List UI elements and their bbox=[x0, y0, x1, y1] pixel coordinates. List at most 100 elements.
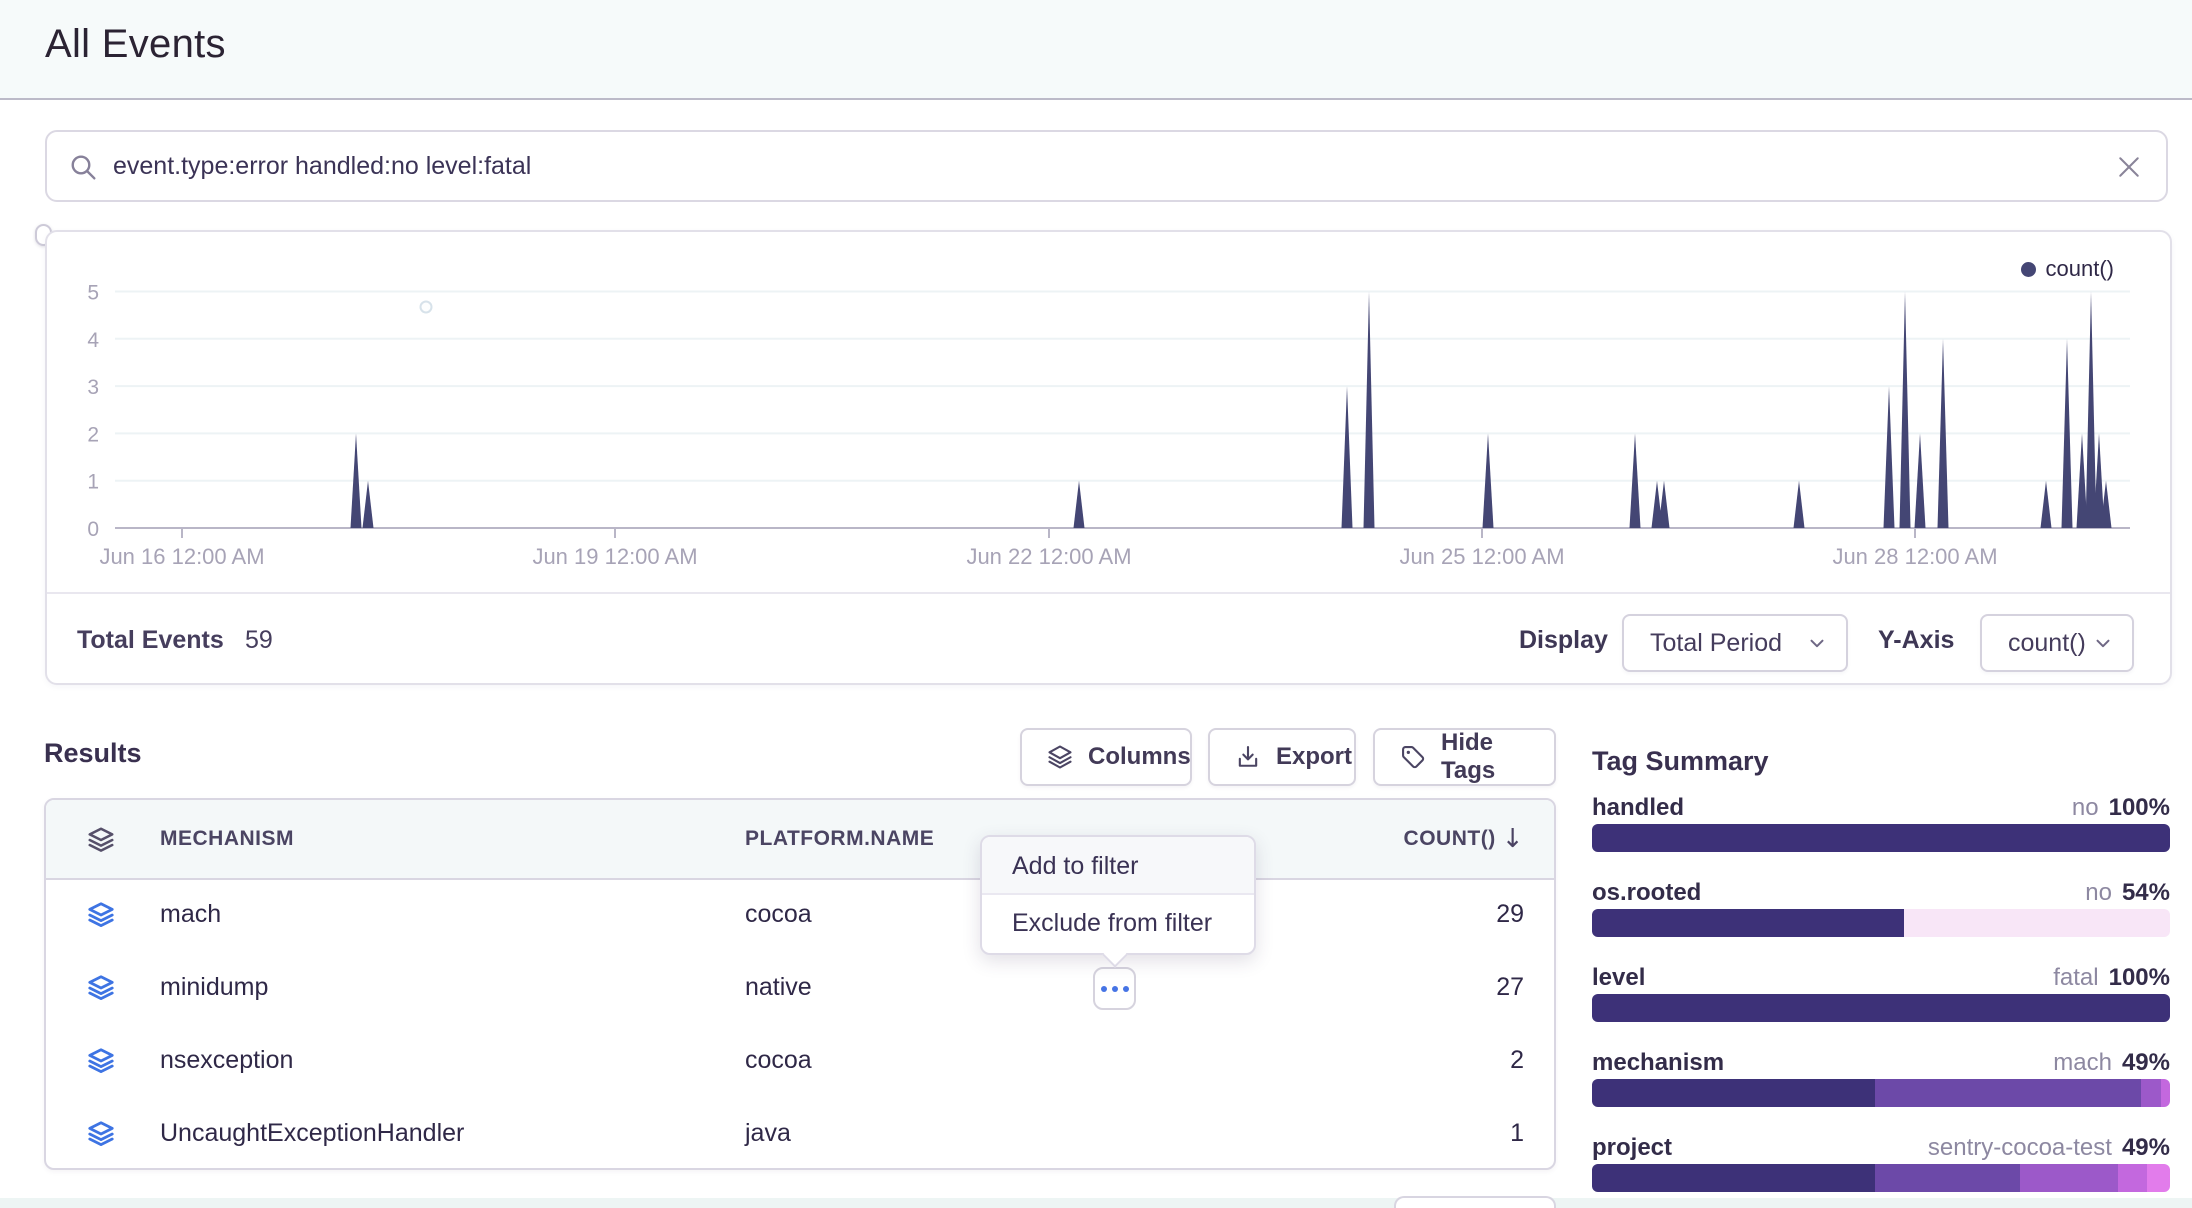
tag-bar-project[interactable] bbox=[1592, 1164, 2170, 1192]
cell-mechanism: minidump bbox=[160, 951, 268, 1024]
table-header-row: MECHANISM PLATFORM.NAME COUNT() ↓ bbox=[46, 800, 1554, 880]
stack-icon-blue[interactable] bbox=[86, 1119, 116, 1149]
search-input[interactable]: event.type:error handled:no level:fatal bbox=[113, 152, 531, 181]
tag-bar-mechanism[interactable] bbox=[1592, 1079, 2170, 1107]
stack-icon-blue[interactable] bbox=[86, 973, 116, 1003]
tag-row-os-rooted: os.rooted no54% bbox=[1592, 879, 2170, 907]
table-row: nsexception cocoa 2 bbox=[46, 1024, 1554, 1097]
cell-context-menu: Add to filter Exclude from filter bbox=[980, 835, 1256, 955]
stack-icon-blue[interactable] bbox=[86, 1046, 116, 1076]
tag-bar-segment[interactable] bbox=[2147, 1164, 2170, 1192]
cell-platform: native bbox=[745, 951, 812, 1024]
table-row: mach cocoa 29 bbox=[46, 878, 1554, 951]
tag-percent: 49% bbox=[2122, 1049, 2170, 1077]
tag-percent: 100% bbox=[2109, 794, 2170, 822]
count-header-label: COUNT() bbox=[1404, 800, 1496, 878]
menu-item-exclude-from-filter[interactable]: Exclude from filter bbox=[982, 895, 1254, 951]
table-row: minidump native 27 bbox=[46, 951, 1554, 1024]
count-legend-label: count() bbox=[2046, 256, 2114, 282]
cell-mechanism: mach bbox=[160, 878, 221, 951]
yaxis-select-value: count() bbox=[2008, 629, 2086, 658]
tag-row-mechanism: mechanism mach49% bbox=[1592, 1049, 2170, 1077]
search-clear-icon[interactable] bbox=[2114, 152, 2144, 182]
menu-item-add-to-filter[interactable]: Add to filter bbox=[982, 837, 1254, 895]
chevron-down-icon bbox=[2092, 632, 2114, 654]
svg-text:Jun 16 12:00 AM: Jun 16 12:00 AM bbox=[99, 544, 264, 569]
tag-name: handled bbox=[1592, 794, 1684, 822]
cell-mechanism: nsexception bbox=[160, 1024, 293, 1097]
tag-bar-segment[interactable] bbox=[1592, 994, 2170, 1022]
tag-bar-level[interactable] bbox=[1592, 994, 2170, 1022]
tag-bar-segment[interactable] bbox=[2118, 1164, 2147, 1192]
total-events-label: Total Events bbox=[77, 626, 224, 655]
tag-percent: 49% bbox=[2122, 1134, 2170, 1162]
svg-text:5: 5 bbox=[87, 282, 99, 305]
tag-bar-segment[interactable] bbox=[1875, 1164, 2020, 1192]
cell-platform: cocoa bbox=[745, 1024, 812, 1097]
tag-name: os.rooted bbox=[1592, 879, 1701, 907]
cell-mechanism: UncaughtExceptionHandler bbox=[160, 1097, 464, 1170]
page-header: All Events bbox=[0, 0, 2192, 100]
search-bar[interactable]: event.type:error handled:no level:fatal bbox=[45, 130, 2168, 202]
export-button[interactable]: Export bbox=[1208, 728, 1356, 786]
tag-bar-segment[interactable] bbox=[1592, 824, 2170, 852]
cell-count: 29 bbox=[1496, 878, 1524, 951]
dot bbox=[1112, 986, 1118, 992]
pagination-button[interactable] bbox=[1394, 1196, 1556, 1208]
export-button-label: Export bbox=[1276, 743, 1352, 771]
stack-icon-blue[interactable] bbox=[86, 900, 116, 930]
tag-bar-segment[interactable] bbox=[2161, 1079, 2170, 1107]
tag-bar-segment[interactable] bbox=[1592, 909, 1904, 937]
stack-icon bbox=[86, 825, 116, 855]
svg-text:Jun 28 12:00 AM: Jun 28 12:00 AM bbox=[1832, 544, 1997, 569]
search-icon bbox=[67, 151, 99, 183]
tag-row-project: project sentry-cocoa-test49% bbox=[1592, 1134, 2170, 1162]
yaxis-label: Y-Axis bbox=[1878, 626, 1954, 655]
chart-legend[interactable]: count() bbox=[2021, 256, 2114, 282]
footer-strip bbox=[0, 1198, 2192, 1208]
columns-button[interactable]: Columns bbox=[1020, 728, 1192, 786]
results-table: MECHANISM PLATFORM.NAME COUNT() ↓ mach c… bbox=[44, 798, 1556, 1170]
tag-bar-segment[interactable] bbox=[2141, 1079, 2161, 1107]
page-title: All Events bbox=[45, 22, 226, 67]
display-label: Display bbox=[1519, 626, 1608, 655]
tag-icon bbox=[1399, 743, 1427, 771]
download-icon bbox=[1234, 743, 1262, 771]
events-chart-panel: count() 012345Jun 16 12:00 AMJun 19 12:0… bbox=[45, 230, 2172, 685]
tag-bar-segment[interactable] bbox=[1904, 909, 2170, 937]
svg-text:0: 0 bbox=[87, 518, 99, 541]
tag-percent: 100% bbox=[2109, 964, 2170, 992]
svg-text:Jun 22 12:00 AM: Jun 22 12:00 AM bbox=[966, 544, 1131, 569]
tag-name: project bbox=[1592, 1134, 1672, 1162]
column-header-platform[interactable]: PLATFORM.NAME bbox=[745, 800, 934, 878]
tag-bar-handled[interactable] bbox=[1592, 824, 2170, 852]
tag-bar-segment[interactable] bbox=[1592, 1079, 1875, 1107]
chart-footer-divider bbox=[47, 592, 2170, 594]
cell-count: 2 bbox=[1510, 1024, 1524, 1097]
tag-bar-os-rooted[interactable] bbox=[1592, 909, 2170, 937]
dot bbox=[1101, 986, 1107, 992]
svg-text:2: 2 bbox=[87, 423, 99, 446]
ellipsis-button[interactable] bbox=[1093, 967, 1136, 1010]
results-heading: Results bbox=[44, 738, 142, 769]
tag-bar-segment[interactable] bbox=[2020, 1164, 2118, 1192]
yaxis-select[interactable]: count() bbox=[1980, 614, 2134, 672]
svg-text:Jun 25 12:00 AM: Jun 25 12:00 AM bbox=[1399, 544, 1564, 569]
column-header-mechanism[interactable]: MECHANISM bbox=[160, 800, 294, 878]
cell-platform: java bbox=[745, 1097, 791, 1170]
display-select-value: Total Period bbox=[1650, 629, 1782, 658]
tag-value: no bbox=[2072, 794, 2099, 822]
columns-button-label: Columns bbox=[1088, 743, 1191, 771]
total-events-value: 59 bbox=[245, 626, 273, 655]
column-header-count[interactable]: COUNT() ↓ bbox=[1404, 800, 1524, 878]
sort-desc-icon: ↓ bbox=[1502, 800, 1524, 878]
display-select[interactable]: Total Period bbox=[1622, 614, 1848, 672]
cell-platform: cocoa bbox=[745, 878, 812, 951]
tag-bar-segment[interactable] bbox=[1592, 1164, 1875, 1192]
tag-name: level bbox=[1592, 964, 1645, 992]
tag-bar-segment[interactable] bbox=[1875, 1079, 2141, 1107]
tag-value: fatal bbox=[2053, 964, 2098, 992]
svg-text:3: 3 bbox=[87, 376, 99, 399]
hide-tags-button[interactable]: Hide Tags bbox=[1373, 728, 1556, 786]
tag-value: mach bbox=[2053, 1049, 2112, 1077]
